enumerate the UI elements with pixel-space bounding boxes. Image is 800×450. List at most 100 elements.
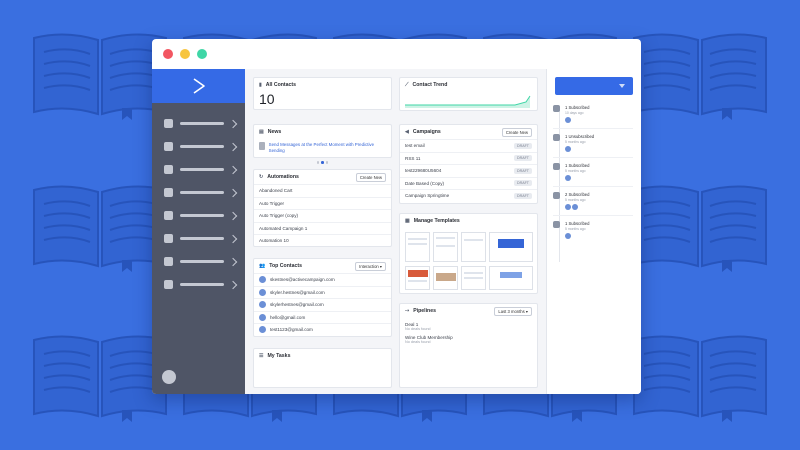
automation-row[interactable]: Automated Campaign 1 [254,221,391,235]
template-thumbnail[interactable] [461,266,486,290]
user-avatar[interactable] [162,370,176,384]
pipeline-name[interactable]: Wine Club Membership [400,331,537,340]
divider [553,215,633,216]
automation-row[interactable]: Automation 10 [254,234,391,247]
nav-square-icon [164,234,173,243]
sidebar-item[interactable] [152,112,245,135]
my-tasks-title: My Tasks [267,353,291,359]
activity-time: 10 days ago [565,111,584,115]
activity-type-icon [553,105,560,112]
minimize-window-button[interactable] [180,49,190,59]
chevron-right-logo-icon [193,78,205,94]
template-thumbnail[interactable] [461,232,486,262]
logo[interactable] [152,69,245,103]
divider [553,128,633,129]
interaction-select[interactable]: Interaction ▾ [355,261,386,271]
contact-row[interactable]: skestnes@activecampaign.com [254,273,391,286]
news-pager[interactable] [254,161,391,164]
activity-type-icon [553,192,560,199]
all-contacts-title: All Contacts [265,82,297,88]
news-icon: ▤ [259,129,264,135]
contact-email: skestnes@activecampaign.com [270,277,335,283]
contact-row[interactable]: skyler.hestnes@gmail.com [254,285,391,299]
sidebar-item[interactable] [152,135,245,158]
activity-filter-select[interactable] [555,77,633,95]
sidebar-item[interactable] [152,273,245,296]
book-illustration [630,28,770,120]
campaigns-title: Campaigns [412,129,441,135]
templates-icon: ▦ [405,218,410,224]
pipeline-period-select[interactable]: Last 3 months ▾ [494,306,532,316]
campaign-row[interactable]: RSS 11 DRAFT [400,151,537,165]
contact-row[interactable]: skylerhestnes@gmail.com [254,298,391,311]
nav-label-placeholder [180,283,224,286]
contact-row[interactable]: test1123@gmail.com [254,323,391,336]
close-window-button[interactable] [163,49,173,59]
nav-square-icon [164,280,173,289]
templates-title: Manage Templates [413,218,460,224]
sidebar-item[interactable] [152,227,245,250]
campaign-name: test229680U5604 [405,168,442,174]
maximize-window-button[interactable] [197,49,207,59]
sidebar [152,69,245,394]
campaign-name: Campaign Springtime [405,193,450,199]
app-window: ▮ All Contacts 10 ▤ News Send Messages at … [152,39,641,394]
campaign-row[interactable]: Campaign Springtime DRAFT [400,189,537,202]
activity-title: 1 Subscribed [565,221,590,226]
create-automation-button[interactable]: Create New [355,172,386,182]
campaign-row[interactable]: test email DRAFT [400,139,537,152]
sidebar-item[interactable] [152,158,245,181]
book-illustration [630,330,770,422]
automation-name: Automation 10 [259,238,289,244]
template-thumbnail[interactable] [433,232,458,262]
automations-card: ↻ Automations Create New Abandoned Cart Aut… [253,169,392,247]
sidebar-item[interactable] [152,181,245,204]
automation-row[interactable]: Auto Trigger [254,196,391,210]
tasks-icon: ☰ [259,353,264,359]
pipelines-icon: ⇢ [405,308,410,314]
campaign-name: test email [405,143,425,149]
template-thumbnail[interactable] [489,266,533,290]
top-contacts-card: 👥 Top Contacts Interaction ▾ skestnes@acti… [253,258,392,337]
book-illustration [30,180,170,272]
automation-name: Abandoned Cart [259,188,293,194]
nav-square-icon [164,142,173,151]
campaigns-icon: ◀ [405,129,409,135]
nav-label-placeholder [180,260,224,263]
template-thumbnail[interactable] [405,232,430,262]
automation-row[interactable]: Auto Trigger (copy) [254,209,391,222]
sidebar-item[interactable] [152,250,245,273]
all-contacts-card[interactable]: ▮ All Contacts 10 [253,77,392,110]
automation-name: Auto Trigger (copy) [259,213,299,219]
template-thumbnail[interactable] [433,266,458,290]
contact-avatar [259,313,266,321]
contacts-icon: ▮ [259,82,262,88]
sidebar-item[interactable] [152,204,245,227]
nav-square-icon [164,188,173,197]
campaign-row[interactable]: Date Based (Copy) DRAFT [400,176,537,190]
contact-email: skyler.hestnes@gmail.com [270,289,325,295]
automation-row[interactable]: Abandoned Cart [254,184,391,197]
contact-row[interactable]: hello@gmail.com [254,310,391,324]
template-thumbnail[interactable] [489,232,533,262]
chevron-down-icon [619,84,625,88]
campaign-row[interactable]: test229680U5604 DRAFT [400,164,537,177]
create-campaign-button[interactable]: Create New [501,127,532,137]
chevron-right-icon [228,142,238,151]
chevron-right-icon [228,188,238,197]
pipeline-name[interactable]: Deal 1 [400,318,537,327]
nav-square-icon [164,257,173,266]
contact-email: hello@gmail.com [270,314,306,320]
template-thumbnail[interactable] [405,266,430,290]
nav-label-placeholder [180,122,224,125]
news-headline-link[interactable]: Send Messages at the Perfect Moment with… [269,142,386,153]
pipelines-card: ⇢ Pipelines Last 3 months ▾ Deal 1 No deals… [399,303,538,388]
activity-avatar [565,175,571,181]
status-badge: DRAFT [514,192,532,199]
chevron-right-icon [228,211,238,220]
contact-avatar [259,288,266,296]
news-card: ▤ News Send Messages at the Perfect Momen… [253,124,392,164]
pipelines-title: Pipelines [413,308,436,314]
chevron-right-icon [228,234,238,243]
status-badge: DRAFT [514,167,532,174]
